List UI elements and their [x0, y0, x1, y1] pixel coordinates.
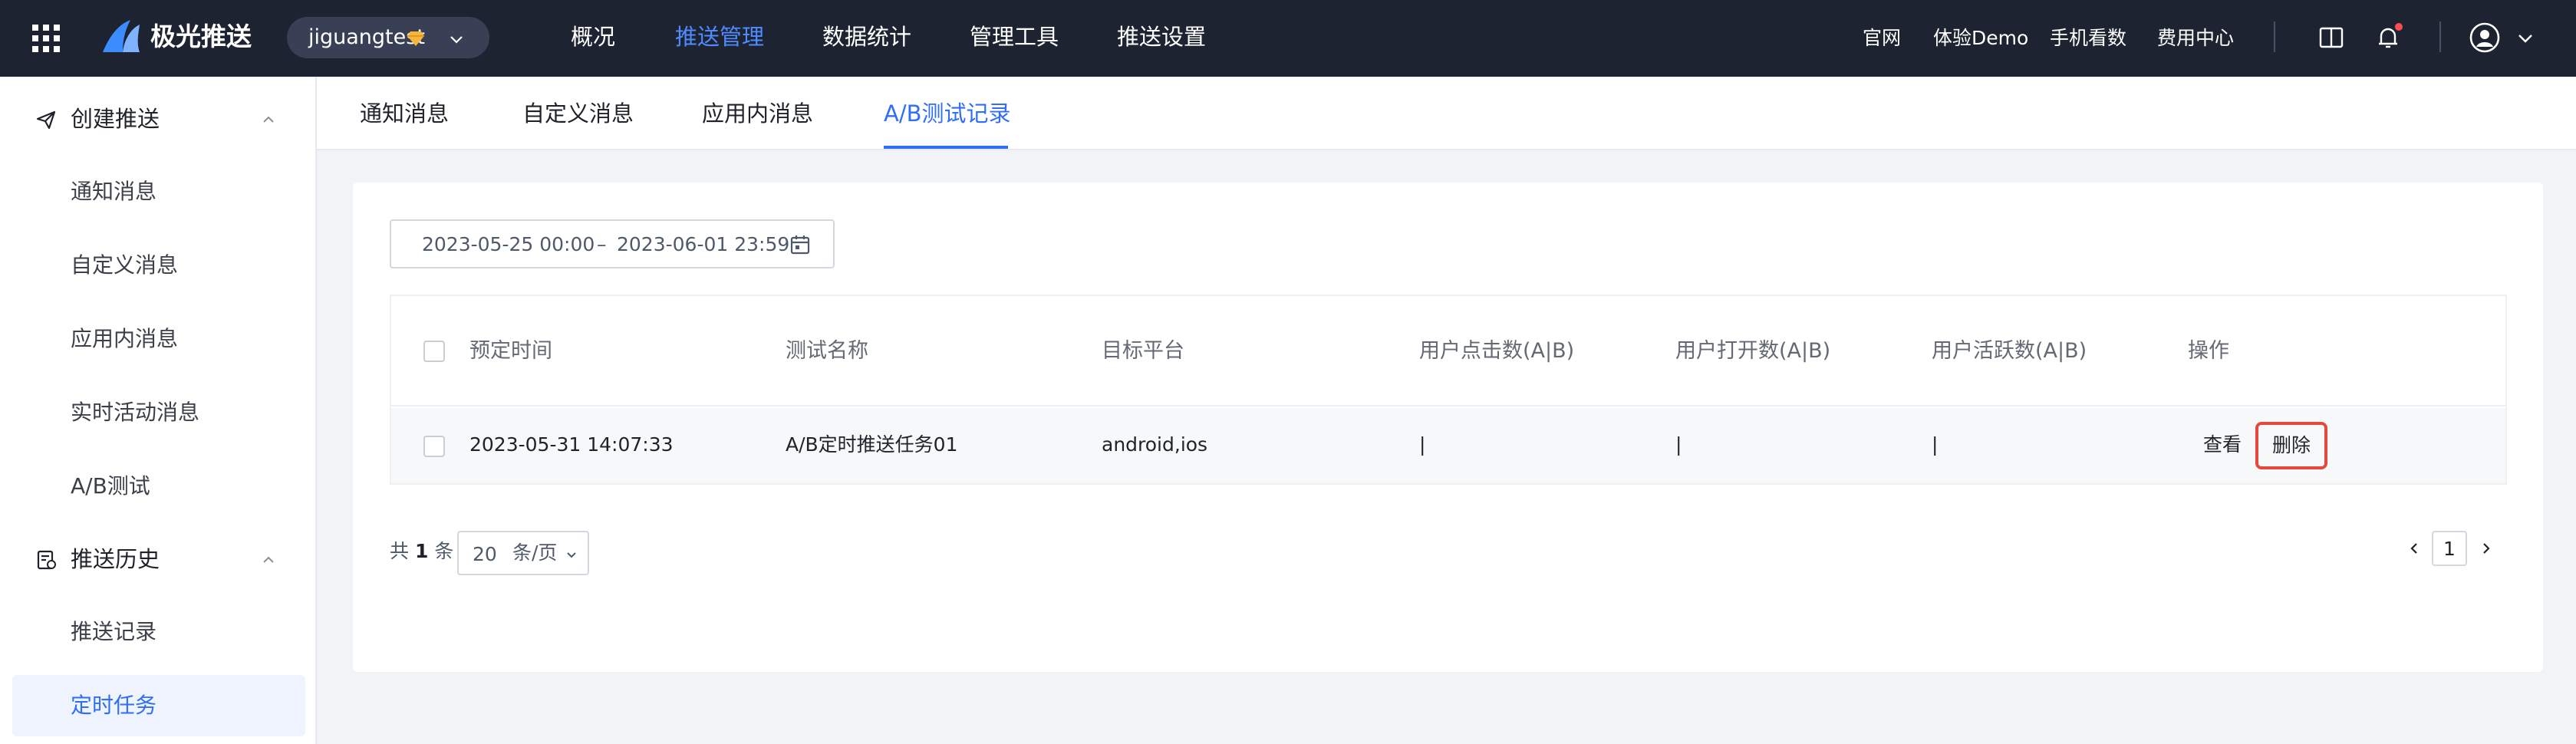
sidebar-group-label: 推送历史	[71, 546, 160, 572]
chevron-up-icon	[263, 116, 274, 123]
cell-user-opens: |	[1675, 433, 1682, 456]
nav-overview[interactable]: 概况	[571, 21, 615, 52]
column-header-target-platform[interactable]: 目标平台	[1102, 337, 1184, 365]
total-prefix: 共	[390, 540, 410, 562]
row-checkbox[interactable]	[423, 436, 445, 457]
paper-plane-icon	[36, 110, 56, 130]
sidebar-item-label: 推送记录	[71, 619, 157, 644]
column-header-actions: 操作	[2188, 339, 2229, 363]
nav-management-tools[interactable]: 管理工具	[970, 21, 1059, 52]
divider	[2439, 21, 2441, 52]
sidebar-item-label: 实时活动消息	[71, 400, 200, 425]
divider	[2274, 21, 2275, 52]
sidebar-group-push-history[interactable]: 推送历史	[0, 534, 317, 584]
sidebar-group-create-push[interactable]: 创建推送	[0, 94, 317, 144]
cell-target-platform: android,ios	[1102, 433, 1208, 456]
page-size-value: 20	[473, 543, 497, 565]
chevron-up-icon	[263, 556, 274, 563]
chevron-right-icon[interactable]	[2478, 540, 2495, 557]
chevron-left-icon[interactable]	[2406, 540, 2423, 557]
table-row: 2023-05-31 14:07:33 A/B定时推送任务01 android,…	[391, 408, 2505, 483]
active-tab-indicator	[884, 146, 1008, 149]
tab-ab-test-records[interactable]: A/B测试记录	[884, 98, 1011, 129]
view-button[interactable]: 查看	[2203, 431, 2242, 459]
sidebar-item-label: 通知消息	[71, 179, 157, 204]
date-end: 2023-06-01 23:59	[617, 233, 790, 255]
page-size-unit: 条/页	[512, 542, 558, 564]
app-grid-icon[interactable]	[31, 23, 61, 54]
calendar-icon	[790, 235, 810, 255]
docs-book-icon[interactable]	[2317, 23, 2346, 52]
nav-data-statistics[interactable]: 数据统计	[822, 21, 911, 52]
column-header-user-opens[interactable]: 用户打开数(A|B)	[1675, 337, 1830, 365]
link-billing[interactable]: 费用中心	[2157, 25, 2234, 51]
link-mobile-view[interactable]: 手机看数	[2050, 25, 2126, 51]
page-number[interactable]: 1	[2432, 531, 2467, 566]
sidebar-item-notification[interactable]: 通知消息	[12, 161, 305, 222]
total-number: 1	[414, 540, 429, 562]
sidebar-item-in-app-message[interactable]: 应用内消息	[12, 308, 305, 370]
delete-button-label: 删除	[2271, 434, 2311, 456]
sidebar-item-scheduled-tasks[interactable]: 定时任务	[12, 675, 305, 736]
history-icon	[37, 550, 56, 570]
user-avatar-icon[interactable]	[2469, 21, 2501, 54]
sidebar-item-label: 应用内消息	[71, 326, 179, 351]
sidebar-item-label: 自定义消息	[71, 252, 179, 278]
total-count: 共 1 条	[390, 538, 453, 565]
nav-push-settings[interactable]: 推送设置	[1117, 21, 1206, 52]
select-all-checkbox[interactable]	[423, 341, 445, 362]
cell-test-name: A/B定时推送任务01	[786, 433, 958, 456]
delete-button[interactable]: 删除	[2255, 422, 2327, 469]
org-switcher[interactable]: jiguangtest	[287, 17, 489, 58]
cell-scheduled-time: 2023-05-31 14:07:33	[469, 433, 674, 456]
chevron-down-icon	[567, 552, 576, 558]
chevron-down-icon	[450, 36, 463, 44]
page-size-select[interactable]: 20 条/页	[457, 531, 589, 575]
current-page: 1	[2443, 538, 2456, 560]
diamond-icon	[407, 31, 424, 46]
jiguang-logo-icon	[103, 20, 140, 52]
sidebar-item-ab-test[interactable]: A/B测试	[12, 456, 305, 517]
sidebar-item-custom-message[interactable]: 自定义消息	[12, 235, 305, 296]
date-start: 2023-05-25 00:00	[422, 233, 595, 255]
table-header: 预定时间 测试名称 目标平台 用户点击数(A|B) 用户打开数(A|B) 用户活…	[391, 296, 2505, 407]
nav-push-management[interactable]: 推送管理	[675, 21, 764, 52]
column-header-user-active[interactable]: 用户活跃数(A|B)	[1932, 337, 2087, 365]
top-navigation-bar: 极光推送 jiguangtest 概况 推送管理 数据统计 管理工具 推送设置 …	[0, 0, 2576, 77]
total-suffix: 条	[434, 540, 454, 562]
sidebar-group-label: 创建推送	[71, 106, 160, 132]
sidebar: 创建推送 通知消息 自定义消息 应用内消息 实时活动消息 A/B测试 推送历史 …	[0, 77, 317, 744]
date-separator: –	[597, 233, 607, 255]
sidebar-item-live-activity[interactable]: 实时活动消息	[12, 382, 305, 443]
tabs-bar: 通知消息 自定义消息 应用内消息 A/B测试记录	[317, 77, 2576, 150]
sidebar-item-label: 定时任务	[71, 693, 157, 718]
sidebar-item-label: A/B测试	[71, 473, 150, 499]
column-header-scheduled-time[interactable]: 预定时间	[469, 337, 552, 365]
tab-in-app-message[interactable]: 应用内消息	[702, 98, 813, 129]
link-demo[interactable]: 体验Demo	[1933, 25, 2028, 51]
cell-user-active: |	[1932, 433, 1939, 456]
brand-name: 极光推送	[150, 21, 252, 51]
column-header-test-name[interactable]: 测试名称	[786, 337, 868, 365]
date-range-picker[interactable]: 2023-05-25 00:00 – 2023-06-01 23:59	[390, 219, 835, 268]
tab-custom-message[interactable]: 自定义消息	[522, 98, 634, 129]
cell-user-clicks: |	[1419, 433, 1426, 456]
column-header-user-clicks[interactable]: 用户点击数(A|B)	[1419, 337, 1574, 365]
notification-dot	[2395, 23, 2403, 31]
tab-notification[interactable]: 通知消息	[360, 98, 449, 129]
sidebar-item-push-records[interactable]: 推送记录	[12, 601, 305, 663]
chevron-down-icon[interactable]	[2516, 29, 2535, 48]
ab-test-table: 预定时间 测试名称 目标平台 用户点击数(A|B) 用户打开数(A|B) 用户活…	[390, 295, 2507, 485]
link-official-site[interactable]: 官网	[1863, 25, 1901, 51]
